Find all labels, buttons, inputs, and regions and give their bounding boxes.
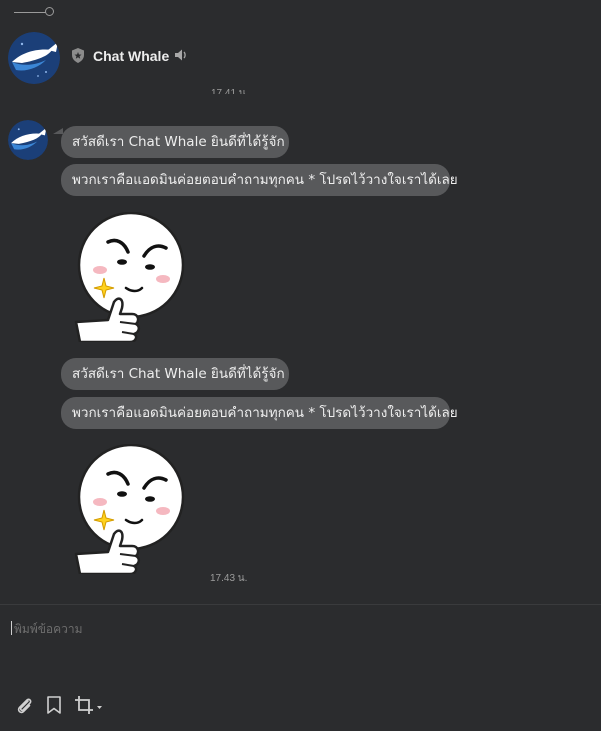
sender-avatar[interactable]: [8, 120, 48, 160]
message-bubble[interactable]: พวกเราคือแอดมินค่อยตอบคำถามทุกคน * โปรดไ…: [61, 164, 458, 196]
timestamp-bottom: 17.43 น.: [210, 573, 248, 584]
bubble-tail: [53, 128, 63, 134]
zoom-slider[interactable]: [14, 6, 56, 20]
paperclip-icon[interactable]: [14, 695, 34, 715]
message-input[interactable]: [12, 615, 586, 643]
message-composer: [0, 604, 601, 731]
message-bubble[interactable]: พวกเราคือแอดมินค่อยตอบคำถามทุกคน * โปรดไ…: [61, 397, 458, 429]
chat-header: Chat Whale: [0, 28, 601, 86]
thumbs-up-sticker[interactable]: [70, 211, 186, 344]
official-shield-icon: [72, 48, 84, 63]
slider-track: [14, 12, 46, 13]
message-bubble[interactable]: สวัสดีเรา Chat Whale ยินดีที่ได้รู้จัก: [61, 358, 289, 390]
whale-logo-icon[interactable]: [8, 32, 60, 84]
crop-icon[interactable]: [74, 695, 104, 715]
message-bubble[interactable]: สวัสดีเรา Chat Whale ยินดีที่ได้รู้จัก: [61, 126, 289, 158]
timestamp-top: 17.41 น.: [211, 88, 249, 94]
slider-knob[interactable]: [45, 7, 54, 16]
chat-title: Chat Whale: [93, 48, 170, 64]
bookmark-icon[interactable]: [45, 695, 63, 715]
thumbs-up-sticker[interactable]: [70, 443, 186, 576]
speaker-icon[interactable]: [174, 48, 188, 62]
